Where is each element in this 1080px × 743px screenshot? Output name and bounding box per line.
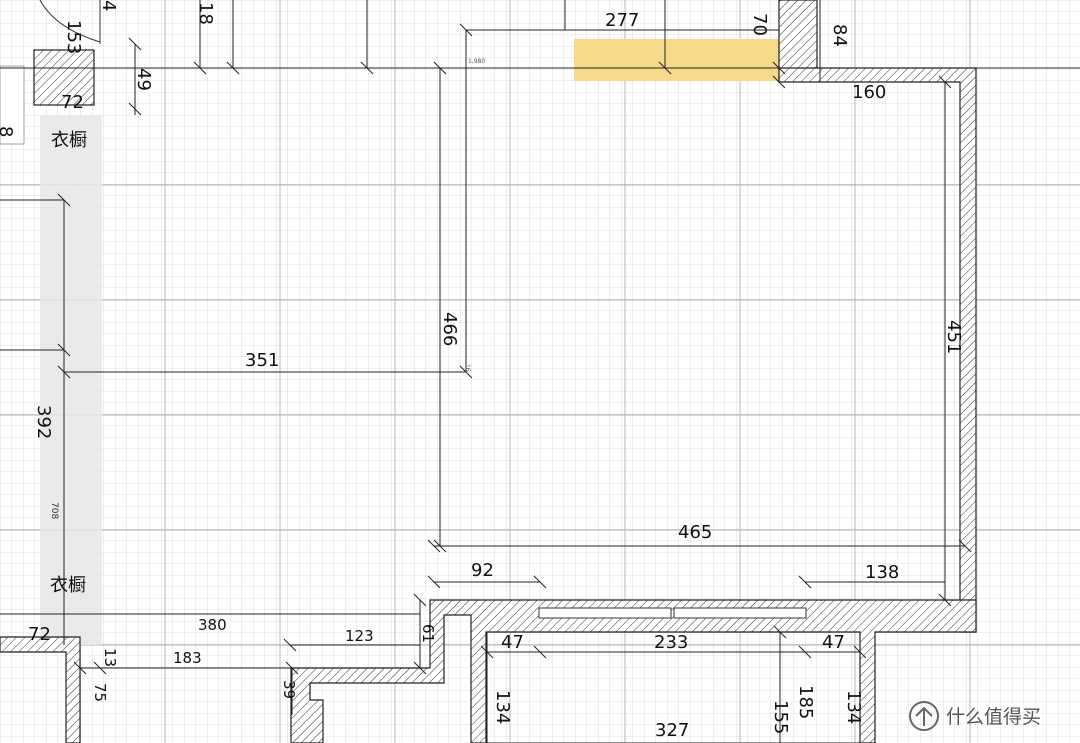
sliding-door-right	[673, 607, 807, 619]
dim-72-top: 72	[61, 92, 84, 113]
dim-61: 61	[419, 624, 437, 643]
dim-351: 351	[245, 350, 279, 371]
dim-4: 4	[98, 0, 119, 11]
dim-49: 49	[133, 68, 154, 91]
dim-153: 153	[63, 20, 84, 54]
dim-451: 451	[943, 320, 964, 354]
highlight-window-area	[574, 39, 781, 81]
floor-plan-drawing: 153 4 18 277 70 84 49 72 8 160 466 451 3…	[0, 0, 1080, 743]
dim-18: 18	[195, 2, 216, 25]
dim-233: 233	[654, 632, 688, 653]
watermark-text: 什么值得买	[946, 706, 1041, 728]
dim-155: 155	[770, 700, 791, 734]
dim-75: 75	[91, 683, 109, 702]
dim-134-left: 134	[492, 690, 513, 724]
dim-392: 392	[33, 405, 54, 439]
dim-92: 92	[471, 560, 494, 581]
label-wardrobe-bottom: 衣橱	[50, 575, 86, 596]
dim-47-left: 47	[501, 632, 524, 653]
dim-70: 70	[749, 13, 770, 36]
dim-183: 183	[173, 649, 202, 667]
dim-708: 708	[49, 502, 59, 519]
label-wardrobe-top: 衣橱	[51, 130, 87, 151]
dim-277: 277	[605, 10, 639, 31]
dim-327: 327	[655, 720, 689, 741]
dim-13: 13	[101, 648, 119, 667]
dim-380: 380	[198, 616, 227, 634]
sliding-door-left	[538, 607, 672, 619]
dim-123: 123	[345, 627, 374, 645]
dim-1980: 1,980	[468, 58, 485, 65]
dim-185: 185	[795, 685, 816, 719]
dim-134-right: 134	[843, 690, 864, 724]
dim-466: 466	[439, 312, 460, 346]
dim-16: 16	[464, 364, 471, 372]
dim-160: 160	[852, 82, 886, 103]
dim-39: 39	[280, 680, 298, 699]
dim-138: 138	[865, 562, 899, 583]
dim-47-right: 47	[822, 632, 845, 653]
dim-465: 465	[678, 522, 712, 543]
floor-plan-canvas: 153 4 18 277 70 84 49 72 8 160 466 451 3…	[0, 0, 1080, 743]
dim-72-bottom: 72	[28, 624, 51, 645]
dim-84: 84	[829, 24, 850, 47]
wardrobe-strip	[40, 115, 102, 645]
dim-8: 8	[0, 126, 16, 137]
